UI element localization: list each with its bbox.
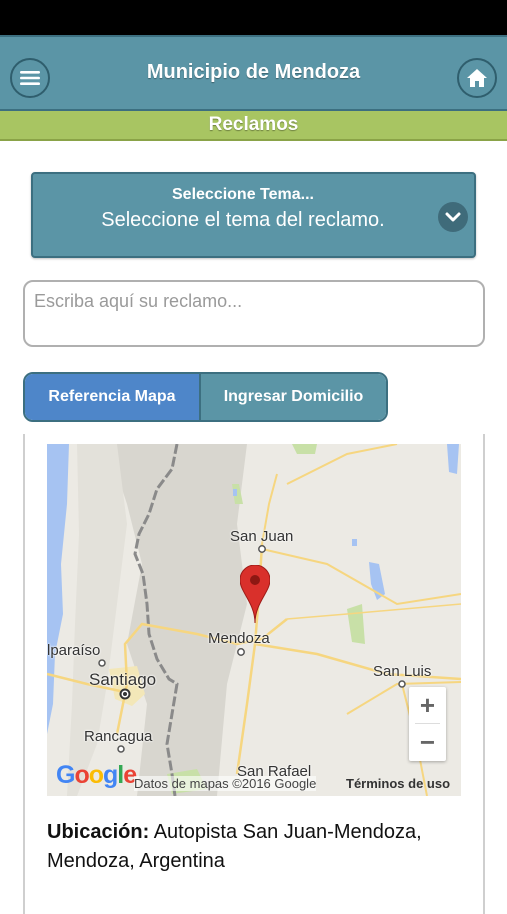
topic-select-value: Seleccione el tema del reclamo. xyxy=(101,209,385,231)
status-bar xyxy=(0,0,507,35)
map-label-san-luis: San Luis xyxy=(373,663,432,680)
map-marker-icon[interactable] xyxy=(240,565,270,623)
google-logo: Google xyxy=(56,761,137,789)
map-zoom-controls: + − xyxy=(409,687,446,761)
topic-select-label: Seleccione Tema... xyxy=(172,186,314,203)
app-title: Municipio de Mendoza xyxy=(146,61,361,83)
zoom-in-button[interactable]: + xyxy=(409,687,446,724)
home-icon xyxy=(467,69,487,87)
section-title: Reclamos xyxy=(0,111,507,141)
location-label: Ubicación: xyxy=(47,821,150,843)
map-view[interactable]: San Juan Mendoza lparaíso Santiago San L… xyxy=(47,444,461,796)
location-tabs: Referencia Mapa Ingresar Domicilio xyxy=(23,372,388,422)
hamburger-menu-icon xyxy=(20,71,40,85)
tab-map-reference[interactable]: Referencia Mapa xyxy=(25,374,201,420)
map-label-valparaiso: lparaíso xyxy=(47,642,101,659)
complaint-input[interactable] xyxy=(23,280,485,347)
location-text: Ubicación: Autopista San Juan-Mendoza, M… xyxy=(47,818,477,876)
menu-button[interactable] xyxy=(10,58,50,98)
map-attribution: Datos de mapas ©2016 Google xyxy=(134,776,317,791)
home-button[interactable] xyxy=(457,58,497,98)
topic-select[interactable]: Seleccione Tema... Seleccione el tema de… xyxy=(31,172,476,258)
map-terms-link[interactable]: Términos de uso xyxy=(346,776,450,791)
map-label-rancagua: Rancagua xyxy=(84,728,153,745)
app-header: Municipio de Mendoza xyxy=(0,35,507,111)
map-label-santiago: Santiago xyxy=(89,670,157,689)
zoom-divider xyxy=(415,723,440,724)
chevron-down-icon xyxy=(438,202,468,232)
map-label-san-juan: San Juan xyxy=(230,528,294,545)
map-label-mendoza: Mendoza xyxy=(208,630,270,647)
zoom-out-button[interactable]: − xyxy=(409,724,446,761)
tab-enter-address[interactable]: Ingresar Domicilio xyxy=(201,374,386,420)
